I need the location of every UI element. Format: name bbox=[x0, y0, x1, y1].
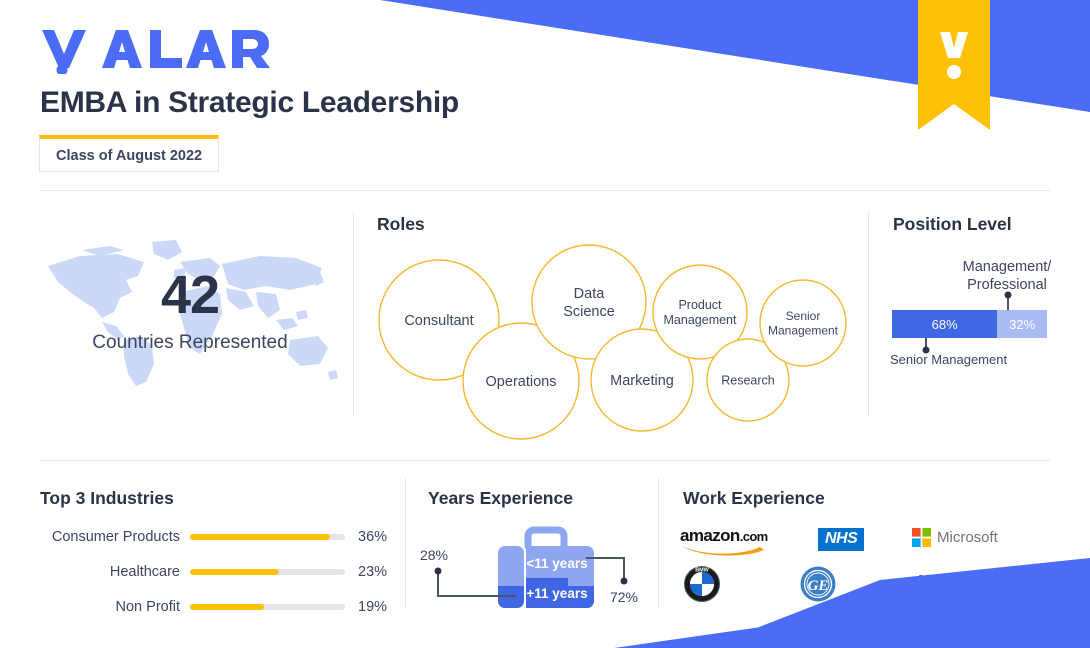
position-level-segment: 32% bbox=[997, 310, 1047, 338]
amazon-wordmark: amazon bbox=[680, 526, 740, 545]
industry-track bbox=[190, 569, 345, 575]
blue-diagonal-band bbox=[380, 0, 1090, 112]
position-level-segment: 68% bbox=[892, 310, 998, 338]
industry-track bbox=[190, 534, 345, 540]
industries-heading: Top 3 Industries bbox=[40, 488, 174, 508]
microsoft-wordmark: Microsoft bbox=[937, 529, 998, 546]
briefcase-icon: <11 years +11 years 28% 72% bbox=[420, 526, 638, 608]
industry-name: Non Profit bbox=[115, 599, 180, 615]
svg-text:28%: 28% bbox=[420, 547, 448, 563]
position-level-block: Management/ Professional 68% 32% Senior M… bbox=[880, 250, 1080, 380]
industry-row: Non Profit 19% bbox=[116, 597, 410, 617]
years-experience-heading: Years Experience bbox=[428, 488, 573, 508]
industry-track bbox=[190, 604, 345, 610]
years-experience-block: <11 years +11 years 28% 72% bbox=[420, 520, 650, 620]
valar-ribbon-icon bbox=[918, 0, 990, 130]
svg-text:<11 years: <11 years bbox=[526, 556, 587, 571]
ge-monogram-icon: GE bbox=[800, 566, 836, 602]
work-experience-heading: Work Experience bbox=[683, 488, 825, 508]
industry-row: Healthcare 23% bbox=[110, 562, 410, 582]
svg-text:BMW: BMW bbox=[695, 568, 709, 574]
class-badge: Class of August 2022 bbox=[39, 135, 220, 172]
industry-percent: 23% bbox=[358, 564, 388, 580]
role-label: Marketing bbox=[610, 373, 674, 389]
position-level-heading: Position Level bbox=[893, 214, 1012, 234]
role-label: Operations bbox=[486, 374, 557, 390]
valar-logo bbox=[42, 30, 270, 74]
divider-roles-right bbox=[868, 212, 869, 416]
role-label: Consultant bbox=[404, 313, 473, 329]
countries-count: 42 bbox=[160, 265, 220, 325]
honeywell-wordmark: Honeywell bbox=[918, 572, 1014, 594]
logo-bmw: BMW bbox=[684, 566, 720, 607]
industry-fill bbox=[190, 569, 280, 575]
industry-name: Consumer Products bbox=[51, 529, 180, 545]
logo-honeywell: Honeywell bbox=[918, 572, 1014, 595]
industry-name: Healthcare bbox=[109, 564, 180, 580]
bmw-roundel-icon: BMW bbox=[684, 566, 720, 602]
page-title: EMBA in Strategic Leadership bbox=[40, 86, 459, 119]
roles-bubble-chart: ConsultantOperationsData ScienceMarketing… bbox=[378, 244, 847, 440]
position-level-bar: 68% 32% bbox=[892, 310, 1047, 338]
divider-bottom-2 bbox=[658, 478, 659, 608]
industry-fill bbox=[190, 534, 330, 540]
microsoft-squares-icon bbox=[912, 528, 931, 547]
industry-fill bbox=[190, 604, 264, 610]
nhs-wordmark: NHS bbox=[818, 528, 865, 551]
industry-percent: 36% bbox=[358, 529, 388, 545]
position-level-bottom-label: Senior Management bbox=[890, 352, 1008, 367]
svg-text:GE: GE bbox=[808, 578, 829, 594]
logo-nhs: NHS bbox=[818, 528, 865, 551]
roles-heading: Roles bbox=[377, 214, 425, 234]
countries-block: 42 Countries Represented bbox=[40, 236, 340, 396]
infographic-page: EMBA in Strategic Leadership Class of Au… bbox=[0, 0, 1090, 648]
industry-row: Consumer Products 36% bbox=[52, 527, 410, 547]
work-experience-logos: amazon.com NHS Microsoft BMW GE Honeywel… bbox=[680, 518, 1080, 618]
divider-roles-left bbox=[353, 212, 354, 416]
svg-text:72%: 72% bbox=[610, 589, 638, 605]
countries-caption: Countries Represented bbox=[92, 332, 288, 353]
industry-percent: 19% bbox=[358, 599, 388, 615]
logo-ge: GE bbox=[800, 566, 836, 607]
role-label: Research bbox=[721, 373, 775, 387]
logo-amazon: amazon.com bbox=[680, 526, 768, 556]
divider-top bbox=[40, 190, 1050, 191]
svg-text:+11 years: +11 years bbox=[526, 586, 587, 601]
logo-microsoft: Microsoft bbox=[912, 528, 998, 547]
role-bubble: Senior Management bbox=[759, 279, 847, 367]
amazon-dotcom-suffix: .com bbox=[739, 529, 769, 544]
divider-middle bbox=[40, 460, 1050, 461]
